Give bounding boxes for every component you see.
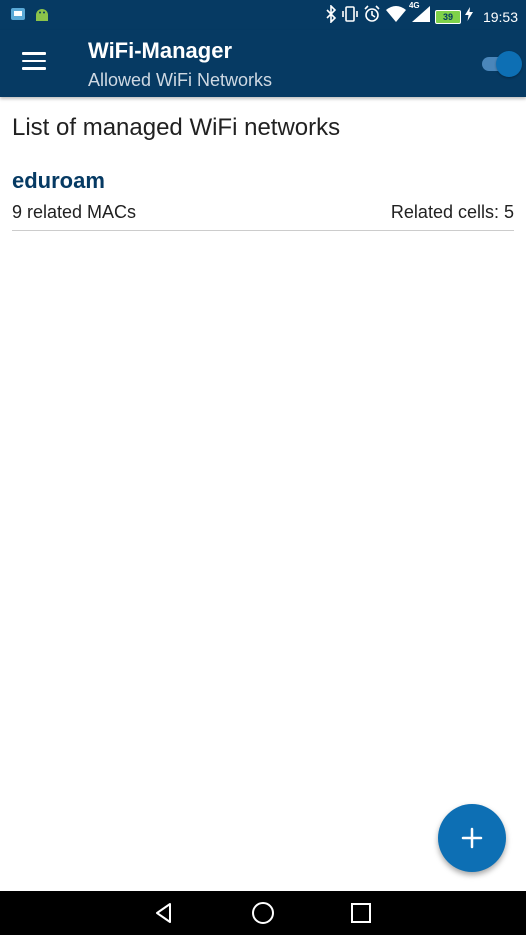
app-subtitle: Allowed WiFi Networks [88,70,273,90]
network-type-label: 4G [408,1,420,10]
back-icon[interactable] [152,901,176,925]
battery-level: 39 [442,11,453,22]
network-mac-count: 9 related MACs [12,202,137,222]
network-cell-count: Related cells: 5 [390,202,514,222]
network-list-item[interactable]: eduroam 9 related MACs Related cells: 5 [12,160,514,231]
battery-icon: 39 [434,9,461,24]
bluetooth-icon [325,4,337,28]
toggle-thumb [496,51,522,77]
wifi-icon [385,5,407,28]
app-bar: WiFi-Manager Allowed WiFi Networks [0,30,526,97]
home-icon[interactable] [251,901,275,925]
status-bar: 4G 39 19:53 [0,0,526,30]
alarm-icon [363,5,381,28]
enable-toggle[interactable] [482,50,522,78]
app-title: WiFi-Manager [88,38,233,63]
recents-icon[interactable] [349,901,373,925]
status-time: 19:53 [482,8,518,25]
page-heading: List of managed WiFi networks [12,114,341,141]
add-icon [461,827,483,849]
navigation-bar [0,891,526,935]
android-icon [34,6,50,27]
charging-icon [464,7,473,26]
photos-icon [10,6,26,27]
vibrate-icon [341,5,359,28]
add-network-button[interactable] [438,804,506,872]
menu-icon[interactable] [22,52,46,72]
signal-icon: 4G [409,1,431,28]
network-name: eduroam [12,168,105,193]
